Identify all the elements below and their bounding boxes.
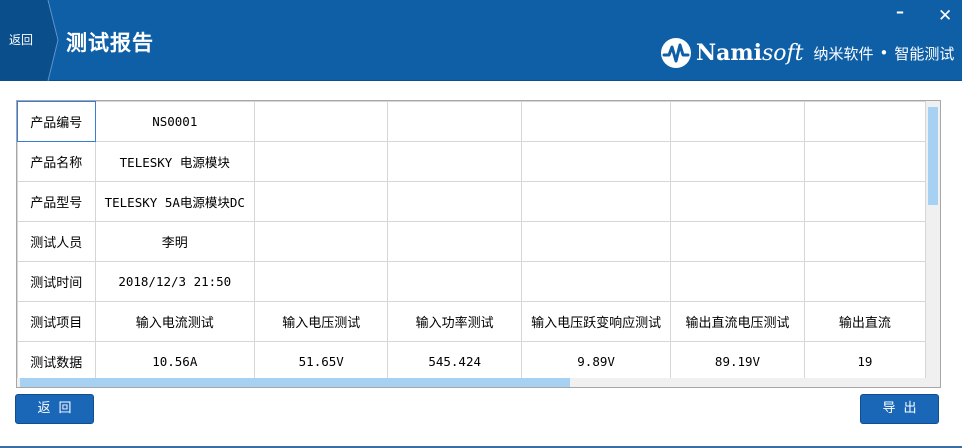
table-cell[interactable]: 输出直流电压测试 — [670, 301, 805, 342]
row-label[interactable]: 测试项目 — [17, 301, 96, 342]
report-table: 产品编号 NS0001 产品名称 TELESKY 电源模块 产品型号 TELESKY 5A… — [17, 101, 926, 378]
table-row: 测试人员 李明 — [17, 221, 926, 262]
row-label[interactable]: 产品名称 — [17, 141, 96, 182]
table-cell[interactable]: 输入功率测试 — [387, 301, 522, 342]
table-cell[interactable]: TELESKY 5A电源模块DC — [94, 181, 256, 222]
table-cell[interactable] — [253, 221, 389, 262]
table-cell[interactable] — [520, 181, 672, 222]
brand-name: Namisoft — [696, 40, 804, 66]
table-cell[interactable] — [387, 221, 522, 262]
table-cell[interactable]: 9.89V — [520, 341, 672, 378]
row-label[interactable]: 产品编号 — [17, 101, 96, 142]
table-cell[interactable] — [253, 141, 389, 182]
table-cell[interactable] — [387, 181, 522, 222]
scrollbar-corner — [926, 378, 940, 387]
horizontal-scrollbar[interactable] — [17, 378, 926, 387]
brand: Namisoft 纳米软件 • 智能测试 — [660, 36, 954, 70]
table-cell[interactable] — [803, 141, 926, 182]
table-cell[interactable] — [670, 101, 805, 142]
table-row: 产品编号 NS0001 — [17, 101, 926, 142]
table-cell[interactable]: 输入电流测试 — [94, 301, 256, 342]
table-cell[interactable] — [387, 261, 522, 302]
table-cell[interactable] — [803, 181, 926, 222]
table-cell[interactable]: 19 — [803, 341, 926, 378]
row-label[interactable]: 产品型号 — [17, 181, 96, 222]
table-cell[interactable]: NS0001 — [94, 101, 256, 142]
report-grid-viewport: 产品编号 NS0001 产品名称 TELESKY 电源模块 产品型号 TELESKY 5A… — [17, 101, 926, 378]
table-cell[interactable] — [520, 221, 672, 262]
table-cell[interactable] — [387, 141, 522, 182]
table-row: 测试数据 10.56A 51.65V 545.424 9.89V 89.19V 19 — [17, 341, 926, 378]
horizontal-scrollbar-thumb[interactable] — [20, 378, 570, 387]
table-cell[interactable] — [803, 221, 926, 262]
table-cell[interactable] — [803, 261, 926, 302]
close-button[interactable]: ✕ — [938, 8, 952, 25]
table-cell[interactable] — [670, 141, 805, 182]
table-row: 产品名称 TELESKY 电源模块 — [17, 141, 926, 182]
minimize-button[interactable]: – — [896, 4, 904, 20]
table-cell[interactable]: 89.19V — [670, 341, 805, 378]
brand-tagline: 智能测试 — [894, 44, 955, 63]
row-label[interactable]: 测试数据 — [17, 341, 96, 378]
table-cell[interactable]: 输入电压测试 — [253, 301, 389, 342]
table-cell[interactable] — [253, 261, 389, 302]
table-cell[interactable]: TELESKY 电源模块 — [94, 141, 256, 182]
table-row: 测试时间 2018/12/3 21:50 — [17, 261, 926, 302]
report-grid[interactable]: 产品编号 NS0001 产品名称 TELESKY 电源模块 产品型号 TELESKY 5A… — [16, 100, 941, 388]
vertical-scrollbar-thumb[interactable] — [928, 107, 938, 205]
back-button[interactable]: 返回 — [15, 394, 94, 424]
table-cell[interactable] — [520, 261, 672, 302]
table-cell[interactable] — [670, 261, 805, 302]
title-bar: 返回 测试报告 – ✕ Namisoft 纳米软件 • 智能测试 — [0, 0, 962, 81]
table-cell[interactable] — [670, 221, 805, 262]
table-cell[interactable] — [520, 101, 672, 142]
page-title: 测试报告 — [66, 31, 154, 55]
row-label[interactable]: 测试时间 — [17, 261, 96, 302]
table-cell[interactable] — [253, 101, 389, 142]
chevron-right-icon — [47, 0, 59, 81]
table-cell[interactable] — [253, 181, 389, 222]
table-cell[interactable]: 2018/12/3 21:50 — [94, 261, 256, 302]
vertical-scrollbar[interactable] — [926, 101, 940, 378]
table-cell[interactable]: 输出直流 — [803, 301, 926, 342]
brand-cn: 纳米软件 — [813, 44, 874, 63]
namisoft-logo-icon — [661, 38, 691, 68]
table-cell[interactable]: 51.65V — [253, 341, 389, 378]
table-cell[interactable] — [520, 141, 672, 182]
brand-name-bold: Nami — [696, 40, 762, 66]
table-cell[interactable] — [670, 181, 805, 222]
back-tab-label[interactable]: 返回 — [9, 31, 33, 48]
brand-dot: • — [879, 44, 889, 62]
table-cell[interactable]: 545.424 — [387, 341, 522, 378]
table-cell[interactable] — [387, 101, 522, 142]
table-cell[interactable]: 李明 — [94, 221, 256, 262]
table-cell[interactable]: 10.56A — [94, 341, 256, 378]
table-row: 测试项目 输入电流测试 输入电压测试 输入功率测试 输入电压跃变响应测试 输出直流电压测试… — [17, 301, 926, 342]
table-cell[interactable] — [803, 101, 926, 142]
row-label[interactable]: 测试人员 — [17, 221, 96, 262]
export-button[interactable]: 导出 — [860, 394, 939, 424]
table-row: 产品型号 TELESKY 5A电源模块DC — [17, 181, 926, 222]
table-cell[interactable]: 输入电压跃变响应测试 — [520, 301, 672, 342]
brand-name-italic: soft — [762, 41, 804, 66]
